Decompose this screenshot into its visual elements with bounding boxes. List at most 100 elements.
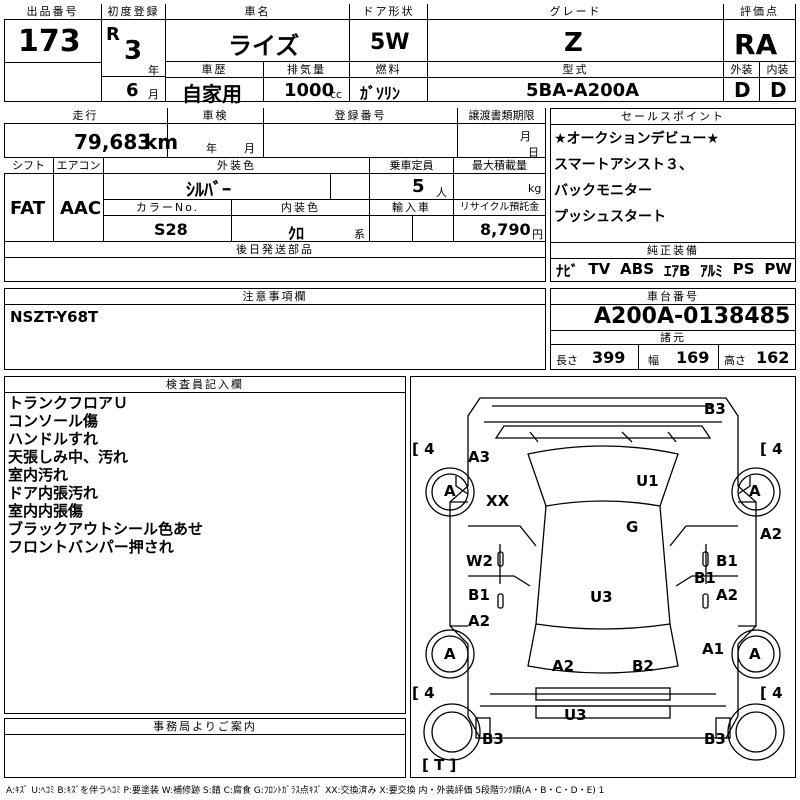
damage-label: B1 bbox=[716, 552, 738, 570]
length: 399 bbox=[592, 348, 626, 367]
model-label: 型式 bbox=[428, 62, 723, 78]
fuel-cell: 燃料 ｶﾞｿﾘﾝ bbox=[350, 62, 428, 103]
door-cell: ドア形状 5W bbox=[350, 4, 428, 62]
caution-text: NSZT-Y68T bbox=[10, 308, 99, 326]
inspector-note-line: フロントバンパー押され bbox=[8, 538, 174, 556]
spare-tire: [ T ] bbox=[422, 756, 457, 774]
displacement-label: 排気量 bbox=[264, 62, 349, 78]
sales-point-line: スマートアシスト３、 bbox=[554, 157, 694, 173]
recycle-label: リサイクル預託金 bbox=[454, 200, 545, 216]
damage-label: U3 bbox=[564, 706, 587, 724]
model-cell: 型式 5BA-A200A bbox=[428, 62, 724, 102]
transfer-deadline-cell: 譲渡書類期限 月 日 bbox=[458, 108, 546, 159]
equipment-list: ﾅﾋﾞ TV ABS ｴｱB ｱﾙﾐ PS PW bbox=[556, 260, 792, 281]
damage-label: G bbox=[626, 518, 639, 536]
length-label: 長さ bbox=[556, 354, 578, 367]
damage-label: B3 bbox=[704, 400, 726, 418]
color-cell: 外装色 ｼﾙﾊﾞｰ bbox=[104, 158, 370, 201]
inspection-label: 車検 bbox=[168, 108, 263, 124]
damage-label: B3 bbox=[704, 730, 726, 748]
inspector-notes: トランクフロアＵ コンソール傷 ハンドルすれ 天張しみ中、汚れ 室内汚れ ドア内張汚れ 室内… bbox=[8, 394, 203, 556]
mileage: 79,683 bbox=[74, 130, 152, 154]
tire-rear-left: [ 4 bbox=[412, 684, 435, 702]
interior-label: 内装 bbox=[760, 62, 795, 78]
grade-label: グレード bbox=[428, 4, 723, 20]
history: 自家用 bbox=[182, 82, 242, 106]
score-label: 評価点 bbox=[724, 4, 795, 20]
registration-number-cell: 登録番号 bbox=[264, 108, 458, 158]
damage-label: A1 bbox=[702, 640, 725, 658]
damage-label: W2 bbox=[466, 552, 493, 570]
transfer-month: 月 bbox=[520, 130, 531, 143]
equipment-item: PS bbox=[732, 260, 755, 278]
score: RA bbox=[734, 28, 778, 61]
sales-point-line: バックモニター bbox=[554, 183, 652, 199]
recycle-unit: 円 bbox=[532, 228, 543, 241]
inspector-note-line: コンソール傷 bbox=[8, 412, 99, 430]
car-diagram bbox=[423, 397, 785, 761]
damage-label: B1 bbox=[694, 569, 716, 587]
equipment-item: ｴｱB bbox=[663, 262, 691, 280]
inspection-year: 年 bbox=[206, 142, 217, 155]
inspection-month: 月 bbox=[244, 142, 255, 155]
color-number-cell: カラーNo. S28 bbox=[104, 200, 232, 242]
tire-rear-right: [ 4 bbox=[760, 684, 783, 702]
capacity-cell: 乗車定員 5 人 bbox=[370, 158, 454, 200]
fuel: ｶﾞｿﾘﾝ bbox=[360, 84, 401, 103]
capacity-unit: 人 bbox=[436, 186, 447, 199]
air-conditioner: AAC bbox=[60, 198, 102, 219]
inspector-note-line: 天張しみ中、汚れ bbox=[8, 448, 129, 466]
equipment-item: ｱﾙﾐ bbox=[700, 262, 723, 280]
height: 162 bbox=[756, 348, 790, 367]
transfer-deadline-label: 譲渡書類期限 bbox=[458, 108, 545, 124]
exterior-color: ｼﾙﾊﾞｰ bbox=[186, 180, 231, 201]
spec-label: 諸元 bbox=[551, 330, 795, 345]
damage-label: U1 bbox=[636, 472, 659, 490]
office-label: 事務局よりご案内 bbox=[5, 719, 405, 735]
height-label: 高さ bbox=[724, 354, 746, 367]
equipment-item: TV bbox=[588, 260, 611, 278]
car-name-cell: 車名 ライズ bbox=[166, 4, 350, 62]
legend: A:ｷｽﾞ U:ﾍｺﾐ B:ｷｽﾞを伴うﾍｺﾐ P:要塗装 W:補修跡 S:錆 … bbox=[6, 786, 605, 796]
car-name: ライズ bbox=[228, 32, 300, 60]
width: 169 bbox=[676, 348, 710, 367]
wheel-letter: A bbox=[749, 482, 761, 500]
sales-point-line: ★オークションデビュー★ bbox=[554, 131, 720, 147]
wheel-letter: A bbox=[444, 645, 456, 663]
shift: FAT bbox=[10, 198, 46, 219]
damage-label: XX bbox=[486, 492, 510, 510]
inspector-label: 検査員記入欄 bbox=[5, 377, 405, 393]
recycle-cell: リサイクル預託金 8,790 円 bbox=[454, 200, 546, 242]
wheel-letter: A bbox=[749, 645, 761, 663]
maxload-label: 最大積載量 bbox=[454, 158, 545, 174]
interior-cell: 内装 D bbox=[760, 62, 796, 102]
ac-cell: エアコン AAC bbox=[54, 158, 104, 242]
equipment-item: ﾅﾋﾞ bbox=[556, 262, 579, 280]
interior-grade: D bbox=[770, 78, 787, 102]
damage-label: A3 bbox=[468, 448, 491, 466]
damage-label: U3 bbox=[590, 588, 613, 606]
sales-point-line: プッシュスタート bbox=[554, 209, 666, 225]
damage-label: A2 bbox=[468, 612, 491, 630]
inspector-note-line: トランクフロアＵ bbox=[8, 394, 129, 412]
tire-front-left: [ 4 bbox=[412, 440, 435, 458]
displacement-unit: cc bbox=[330, 88, 343, 101]
tire-front-right: [ 4 bbox=[760, 440, 783, 458]
caution-label: 注意事項欄 bbox=[5, 289, 545, 305]
model: 5BA-A200A bbox=[526, 80, 640, 101]
year-unit: 年 bbox=[148, 64, 159, 77]
door-label: ドア形状 bbox=[350, 4, 427, 20]
grade: Z bbox=[564, 28, 583, 58]
history-label: 車歴 bbox=[166, 62, 263, 78]
inspector-note-line: ハンドルすれ bbox=[8, 430, 99, 448]
ac-label: エアコン bbox=[54, 158, 103, 174]
inspector-note-line: ドア内張汚れ bbox=[8, 484, 99, 502]
sales-point-lines: ★オークションデビュー★ スマートアシスト３、 バックモニター プッシュスタート bbox=[554, 126, 719, 230]
first-registration-label: 初度登録 bbox=[102, 4, 165, 20]
equipment-item: PW bbox=[764, 260, 792, 278]
equipment-item: ABS bbox=[620, 260, 655, 278]
mileage-cell: 走行 79,683 km bbox=[4, 108, 178, 158]
car-name-label: 車名 bbox=[166, 4, 349, 20]
import-cell: 輸入車 bbox=[370, 200, 454, 242]
registration-year: 3 bbox=[124, 36, 143, 66]
